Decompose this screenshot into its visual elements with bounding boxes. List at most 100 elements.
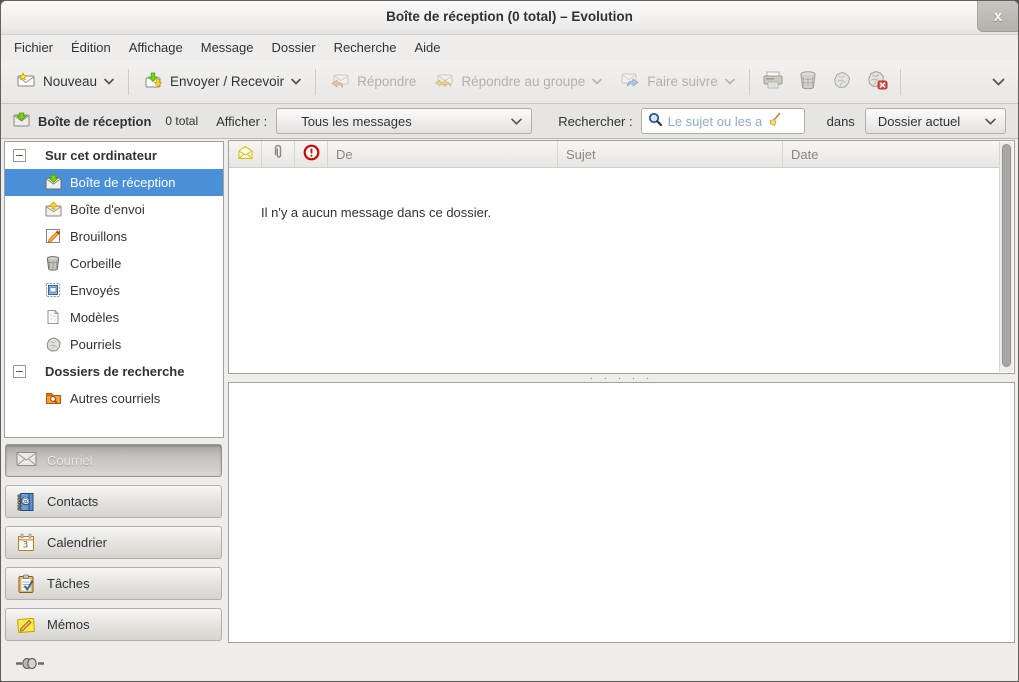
close-icon: x [994, 8, 1002, 25]
folder-tree: Sur cet ordinateur Boîte de réception Bo… [4, 141, 224, 438]
attachment-icon [272, 144, 284, 164]
tree-group-on-this-computer[interactable]: Sur cet ordinateur [5, 142, 223, 169]
reply-icon [330, 72, 350, 91]
message-list: De Sujet Date Il n'y a aucun message dan… [228, 140, 1015, 374]
important-icon [303, 144, 320, 164]
title-bar[interactable]: Boîte de réception (0 total) – Evolution… [1, 1, 1018, 35]
send-receive-icon [143, 72, 163, 92]
close-button[interactable]: x [977, 1, 1018, 32]
column-attachment[interactable] [262, 141, 295, 167]
current-folder-label: Boîte de réception [38, 114, 151, 129]
empty-folder-message: Il n'y a aucun message dans ce dossier. [229, 168, 1014, 220]
switcher-calendar-button[interactable]: 3 Calendrier [5, 526, 222, 559]
outbox-icon [45, 201, 62, 218]
switcher-memos-button[interactable]: Mémos [5, 608, 222, 641]
chevron-down-icon [104, 78, 114, 85]
column-date[interactable]: Date [783, 141, 1000, 167]
print-button[interactable] [755, 66, 791, 98]
show-label: Afficher : [216, 114, 267, 129]
search-placeholder: Le sujet ou les a [668, 114, 762, 129]
column-important[interactable] [295, 141, 328, 167]
reply-button[interactable]: Répondre [321, 66, 425, 98]
window-title: Boîte de réception (0 total) – Evolution [1, 9, 1018, 24]
message-list-scrollbar[interactable] [999, 142, 1013, 372]
toolbar-separator [749, 69, 750, 95]
main-toolbar: Nouveau Envoyer / Recevoir Répondre Répo… [1, 60, 1018, 104]
clear-search-icon[interactable] [767, 112, 782, 130]
search-icon [648, 112, 663, 130]
switcher-tasks-button[interactable]: Tâches [5, 567, 222, 600]
search-scope-dropdown[interactable]: Dossier actuel [865, 108, 1006, 134]
svg-text:@: @ [22, 497, 29, 505]
menu-aide[interactable]: Aide [405, 37, 449, 58]
tree-group-search-folders[interactable]: Dossiers de recherche [5, 358, 223, 385]
sidebar-item-sent[interactable]: Envoyés [5, 277, 223, 304]
contacts-icon: @ [16, 492, 36, 512]
search-input[interactable]: Le sujet ou les a [641, 108, 805, 134]
sidebar-item-trash[interactable]: Corbeille [5, 250, 223, 277]
scrollbar-thumb[interactable] [1002, 144, 1011, 367]
menu-recherche[interactable]: Recherche [325, 37, 406, 58]
menu-edition[interactable]: Édition [62, 37, 120, 58]
column-from[interactable]: De [328, 141, 558, 167]
show-filter-dropdown[interactable]: Tous les messages [276, 108, 532, 134]
reply-all-button[interactable]: Répondre au groupe [425, 66, 611, 98]
collapse-expander-icon[interactable] [13, 365, 26, 378]
forward-icon [620, 72, 640, 91]
new-mail-icon [16, 72, 36, 91]
chevron-down-icon [291, 78, 301, 85]
trash-icon [798, 70, 818, 93]
mail-icon [16, 451, 36, 471]
memos-icon [16, 615, 36, 635]
message-list-header: De Sujet Date [229, 141, 1000, 168]
inbox-icon [13, 112, 30, 130]
chevron-down-icon [985, 118, 996, 125]
switcher-contacts-button[interactable]: @ Contacts [5, 485, 222, 518]
sidebar-item-inbox[interactable]: Boîte de réception [5, 169, 223, 196]
calendar-icon: 3 [16, 533, 36, 553]
inbox-icon [45, 174, 62, 191]
menu-affichage[interactable]: Affichage [120, 37, 192, 58]
junk-button[interactable] [825, 66, 859, 98]
chevron-down-icon [725, 78, 735, 85]
online-status-icon[interactable] [15, 657, 45, 673]
reply-all-icon [434, 72, 454, 91]
tasks-icon [16, 574, 36, 594]
menu-message[interactable]: Message [192, 37, 263, 58]
toolbar-separator [900, 69, 901, 95]
sent-icon [45, 282, 62, 299]
toolbar-overflow-button[interactable] [985, 66, 1012, 98]
sidebar-item-templates[interactable]: Modèles [5, 304, 223, 331]
svg-text:3: 3 [23, 540, 28, 550]
sidebar-item-junk[interactable]: Pourriels [5, 331, 223, 358]
not-junk-icon [866, 70, 888, 93]
collapse-expander-icon[interactable] [13, 149, 26, 162]
send-receive-button[interactable]: Envoyer / Recevoir [134, 66, 310, 98]
menu-dossier[interactable]: Dossier [262, 37, 324, 58]
column-subject[interactable]: Sujet [558, 141, 783, 167]
scope-in-label: dans [827, 114, 855, 129]
junk-icon [832, 70, 852, 93]
sidebar-item-other-mail[interactable]: Autres courriels [5, 385, 223, 412]
menu-fichier[interactable]: Fichier [5, 37, 62, 58]
templates-icon [45, 309, 62, 326]
forward-button[interactable]: Faire suivre [611, 66, 744, 98]
pane-splitter-handle[interactable]: · · · · · [228, 375, 1015, 381]
message-count: 0 total [165, 114, 198, 128]
preview-pane [228, 382, 1015, 643]
evolution-window: Boîte de réception (0 total) – Evolution… [0, 0, 1019, 682]
new-button[interactable]: Nouveau [7, 66, 123, 98]
drafts-icon [45, 228, 62, 245]
chevron-down-icon [592, 78, 602, 85]
switcher-mail-button[interactable]: Courriel [5, 444, 222, 477]
junk-icon [45, 336, 62, 353]
search-label: Rechercher : [558, 114, 632, 129]
component-switcher: Courriel @ Contacts 3 Calendrier Tâches … [5, 444, 222, 649]
chevron-down-icon [511, 118, 522, 125]
column-read-status[interactable] [229, 141, 262, 167]
sidebar-item-drafts[interactable]: Brouillons [5, 223, 223, 250]
not-junk-button[interactable] [859, 66, 895, 98]
trash-button[interactable] [791, 66, 825, 98]
sidebar-item-outbox[interactable]: Boîte d'envoi [5, 196, 223, 223]
trash-icon [45, 255, 62, 272]
